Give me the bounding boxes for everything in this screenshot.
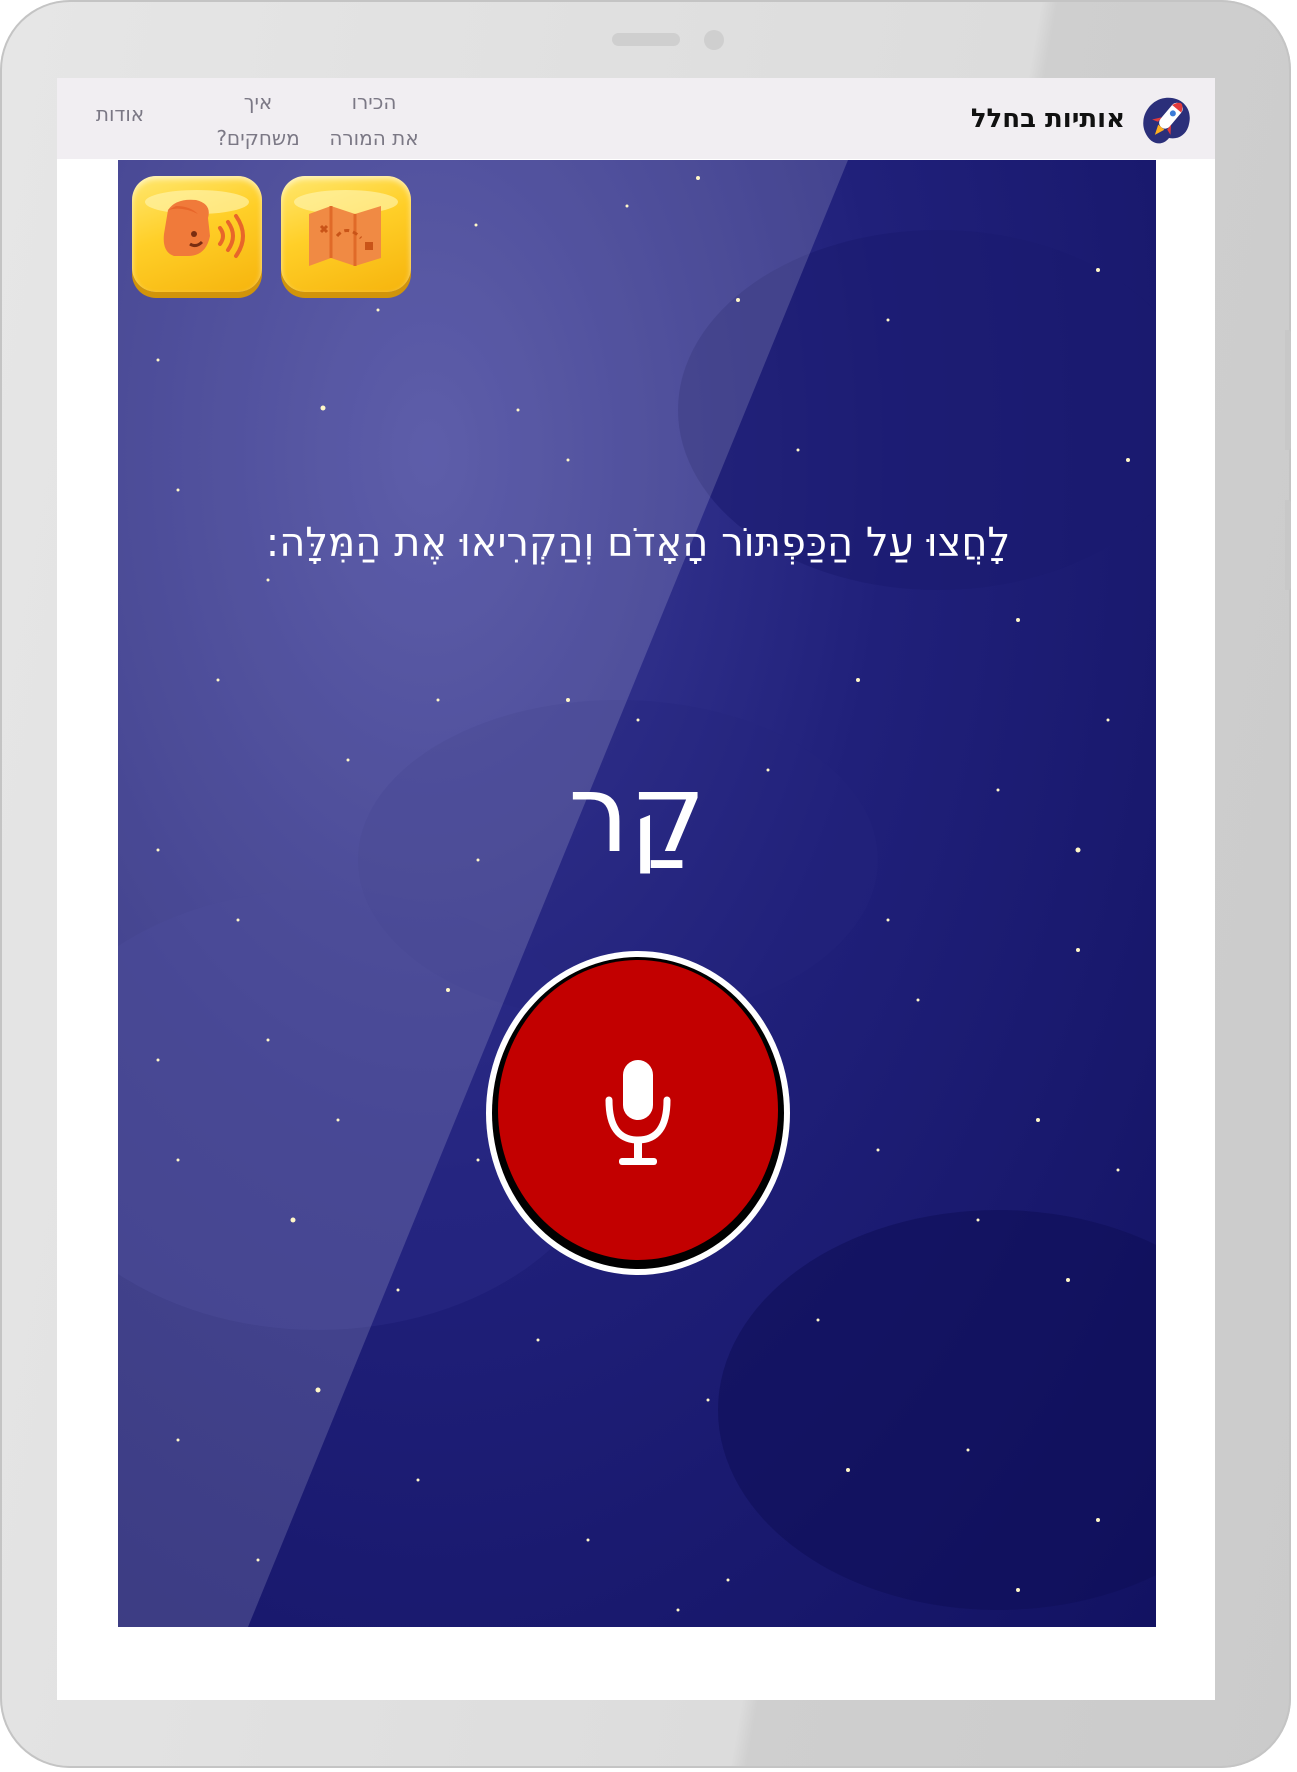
nav-how-to-play-line2: משחקים? bbox=[216, 126, 300, 150]
tablet-speaker bbox=[612, 33, 680, 46]
nav-meet-teacher-line1: הכירו bbox=[351, 90, 397, 114]
map-button[interactable] bbox=[281, 176, 411, 292]
instruction-text: לָחֲצוּ עַל הַכַּפְתּוֹר הָאָדֹם וְהַקְר… bbox=[265, 520, 1011, 566]
tablet-camera bbox=[704, 30, 724, 50]
game-area: לָחֲצוּ עַל הַכַּפְתּוֹר הָאָדֹם וְהַקְר… bbox=[118, 160, 1156, 1627]
tablet-side-button bbox=[1285, 330, 1291, 450]
tablet-frame: אותיות בחלל אודות איך משחקים? הכירו את ה… bbox=[0, 0, 1291, 1768]
nav-about-label: אודות bbox=[95, 102, 145, 126]
record-button-graphic bbox=[486, 951, 790, 1275]
nav-meet-teacher-line2: את המורה bbox=[329, 126, 419, 150]
record-button[interactable] bbox=[485, 950, 791, 1277]
nav-how-to-play[interactable]: איך משחקים? bbox=[203, 84, 313, 156]
brand-name: אותיות בחלל bbox=[970, 104, 1125, 134]
nav-how-to-play-line1: איך bbox=[243, 90, 273, 114]
main-nav: אודות איך משחקים? הכירו את המורה bbox=[85, 84, 429, 156]
nav-meet-teacher[interactable]: הכירו את המורה bbox=[319, 84, 429, 156]
tablet-side-button bbox=[1285, 500, 1291, 590]
top-navigation-bar: אותיות בחלל אודות איך משחקים? הכירו את ה… bbox=[57, 78, 1215, 159]
target-word: קַר bbox=[568, 752, 706, 877]
speaking-face-icon bbox=[145, 190, 249, 258]
brand[interactable]: אותיות בחלל bbox=[971, 88, 1197, 150]
space-background bbox=[118, 160, 1156, 1627]
nav-about[interactable]: אודות bbox=[85, 96, 155, 132]
tablet-screen: אותיות בחלל אודות איך משחקים? הכירו את ה… bbox=[57, 78, 1215, 1700]
speak-button[interactable] bbox=[132, 176, 262, 292]
map-icon bbox=[294, 190, 398, 266]
rocket-logo-icon bbox=[1143, 97, 1190, 144]
